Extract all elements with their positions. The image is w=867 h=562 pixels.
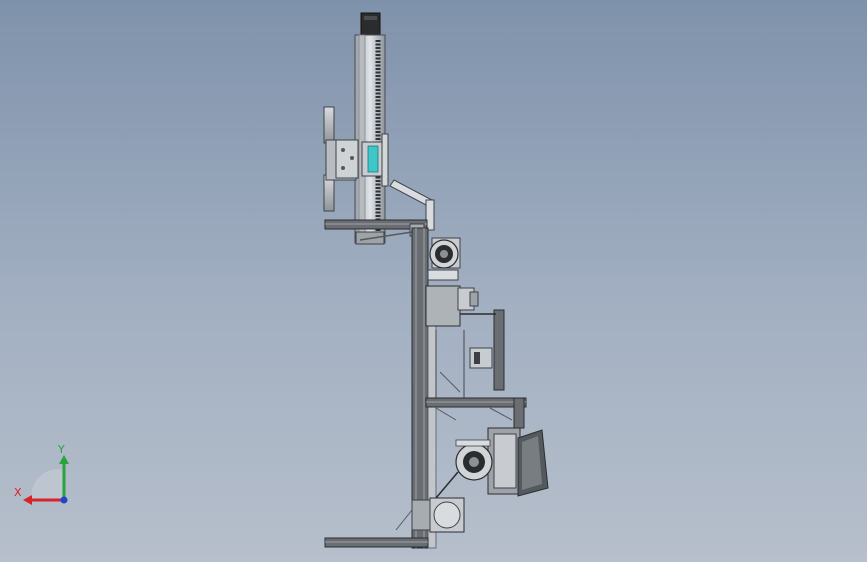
cad-viewport[interactable]: Y X <box>0 0 867 562</box>
linear-actuator <box>354 12 389 245</box>
cad-model-side-view[interactable] <box>0 0 867 562</box>
lower-drive-unit <box>455 427 549 497</box>
gripper-assembly <box>323 106 359 212</box>
axis-triad: Y X <box>14 443 69 505</box>
middle-frame-beam <box>425 397 527 429</box>
y-axis-label: Y <box>57 443 65 456</box>
z-axis-dot <box>60 496 68 504</box>
upper-pulley-unit <box>427 237 461 281</box>
middle-motor-housing <box>425 285 505 398</box>
x-axis-label: X <box>14 486 22 499</box>
carriage-cyan-block <box>367 145 379 173</box>
